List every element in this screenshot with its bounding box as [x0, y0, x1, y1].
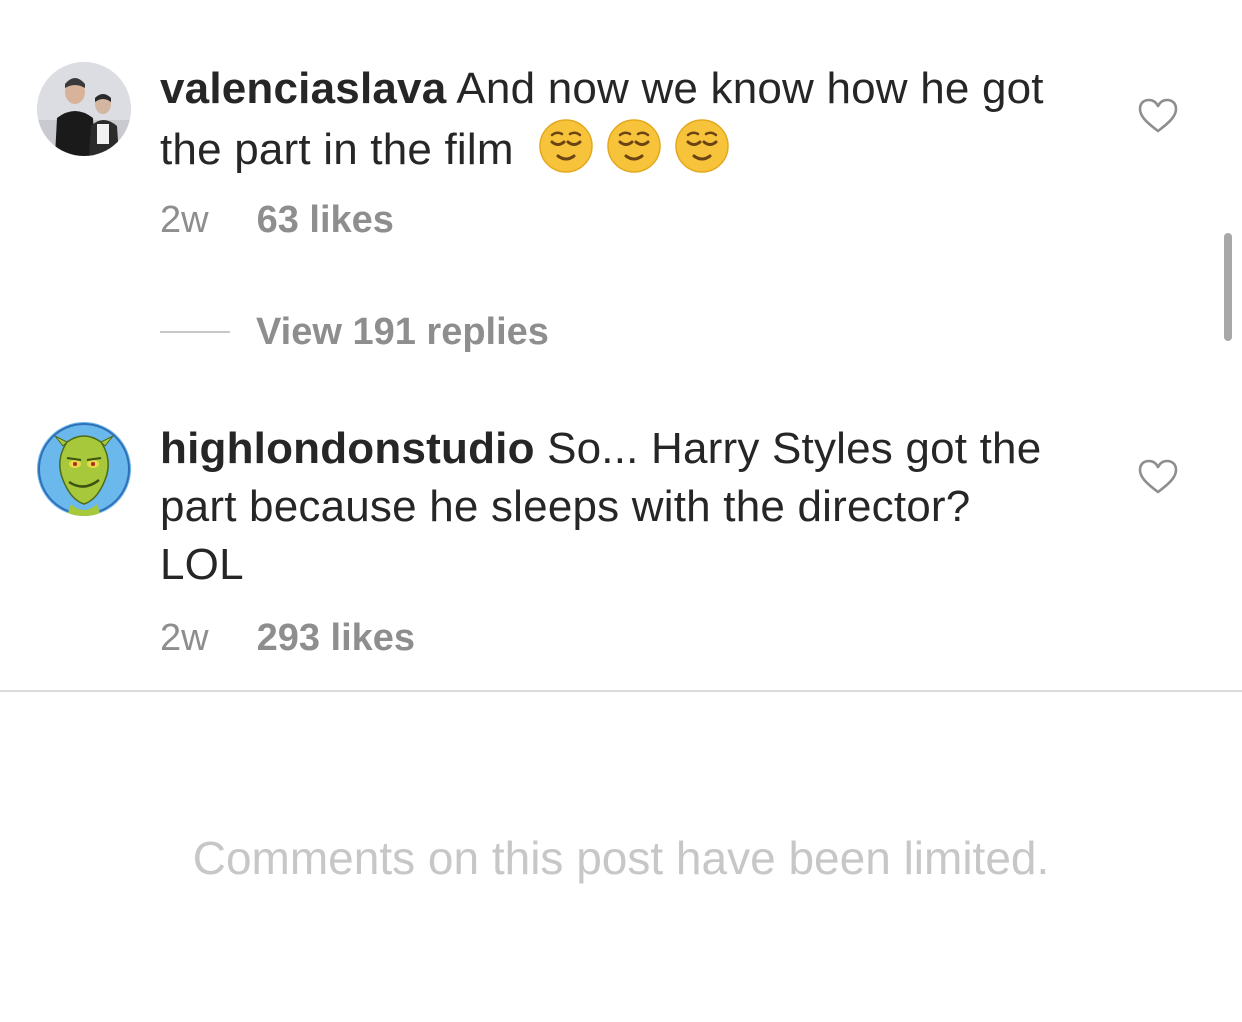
- view-replies-label: View 191 replies: [256, 310, 549, 353]
- comment-body: highlondonstudio So... Harry Styles got …: [160, 420, 1060, 594]
- avatar[interactable]: [37, 422, 131, 516]
- comment-username[interactable]: highlondonstudio: [160, 424, 535, 473]
- heart-icon[interactable]: [1138, 459, 1178, 495]
- comment-time: 2w: [160, 199, 209, 241]
- person-photo-avatar-icon: [37, 62, 131, 156]
- comments-limited-notice: Comments on this post have been limited.: [192, 832, 1050, 884]
- replies-divider-line: [160, 331, 230, 333]
- heart-icon[interactable]: [1138, 98, 1178, 134]
- comment-body: valenciaslava And now we know how he got…: [160, 60, 1060, 179]
- section-divider: [0, 690, 1242, 692]
- scrollbar[interactable]: [1224, 233, 1232, 341]
- comment-time: 2w: [160, 617, 209, 659]
- grinch-avatar-icon: [37, 422, 131, 516]
- relieved-face-emoji-icon: [539, 119, 593, 173]
- comment-meta: 2w 63 likes: [160, 198, 394, 242]
- view-replies-button[interactable]: View 191 replies: [160, 310, 549, 354]
- avatar[interactable]: [37, 62, 131, 156]
- relieved-face-emoji-icon: [607, 119, 661, 173]
- comment-likes[interactable]: 63 likes: [257, 199, 394, 241]
- relieved-face-emoji-icon: [675, 119, 729, 173]
- comment-username[interactable]: valenciaslava: [160, 64, 446, 113]
- comment-meta: 2w 293 likes: [160, 616, 415, 660]
- comment-likes[interactable]: 293 likes: [257, 617, 415, 659]
